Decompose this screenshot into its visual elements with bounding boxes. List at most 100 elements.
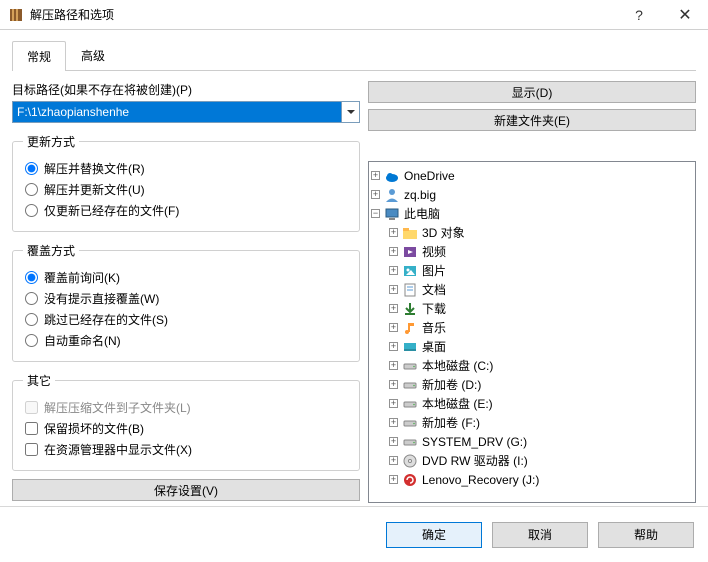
group-overwrite: 覆盖方式 覆盖前询问(K) 没有提示直接覆盖(W) 跳过已经存在的文件(S) 自… bbox=[12, 242, 360, 362]
tree-expander-icon[interactable]: + bbox=[371, 171, 380, 180]
tree-node-label: 本地磁盘 (C:) bbox=[422, 357, 493, 374]
opt-ow-skip[interactable]: 跳过已经存在的文件(S) bbox=[23, 311, 349, 328]
tree-node-label: 本地磁盘 (E:) bbox=[422, 395, 493, 412]
tree-node-label: 3D 对象 bbox=[422, 224, 465, 241]
tree-expander-icon[interactable]: + bbox=[389, 228, 398, 237]
opt-other-subfolder: 解压压缩文件到子文件夹(L) bbox=[23, 399, 349, 416]
drive-icon bbox=[402, 396, 418, 412]
app-icon bbox=[8, 7, 24, 23]
tree-node-label: 新加卷 (F:) bbox=[422, 414, 480, 431]
tree-node[interactable]: +下载 bbox=[371, 299, 693, 318]
tree-node[interactable]: + 桌面 bbox=[371, 337, 693, 356]
tree-node-label: 桌面 bbox=[422, 338, 446, 355]
dl-icon bbox=[402, 301, 418, 317]
group-overwrite-legend: 覆盖方式 bbox=[23, 242, 79, 259]
rec-icon bbox=[402, 472, 418, 488]
tree-expander-icon[interactable]: + bbox=[389, 342, 398, 351]
tree-node[interactable]: + SYSTEM_DRV (G:) bbox=[371, 432, 693, 451]
drive-icon bbox=[402, 377, 418, 393]
tree-expander-icon[interactable]: + bbox=[389, 285, 398, 294]
group-other-legend: 其它 bbox=[23, 372, 55, 389]
tree-node[interactable]: + DVD RW 驱动器 (I:) bbox=[371, 451, 693, 470]
tab-advanced[interactable]: 高级 bbox=[66, 40, 120, 70]
group-other: 其它 解压压缩文件到子文件夹(L) 保留损坏的文件(B) 在资源管理器中显示文件… bbox=[12, 372, 360, 471]
tree-node-label: 此电脑 bbox=[404, 205, 440, 222]
tree-node-label: OneDrive bbox=[404, 169, 455, 183]
doc-icon bbox=[402, 282, 418, 298]
tab-strip: 常规 高级 bbox=[12, 40, 696, 71]
tree-node[interactable]: + 新加卷 (D:) bbox=[371, 375, 693, 394]
pic-icon bbox=[402, 263, 418, 279]
tree-expander-icon[interactable]: + bbox=[389, 304, 398, 313]
tree-node-label: 视频 bbox=[422, 243, 446, 260]
tab-general[interactable]: 常规 bbox=[12, 41, 66, 71]
dvd-icon bbox=[402, 453, 418, 469]
tree-node-label: DVD RW 驱动器 (I:) bbox=[422, 452, 528, 469]
opt-ow-rename[interactable]: 自动重命名(N) bbox=[23, 332, 349, 349]
opt-other-explorer[interactable]: 在资源管理器中显示文件(X) bbox=[23, 441, 349, 458]
tree-expander-icon[interactable]: + bbox=[389, 266, 398, 275]
tree-node[interactable]: + OneDrive bbox=[371, 166, 693, 185]
tree-expander-icon[interactable]: + bbox=[389, 361, 398, 370]
help-footer-button[interactable]: 帮助 bbox=[598, 522, 694, 548]
tree-node[interactable]: + 本地磁盘 (C:) bbox=[371, 356, 693, 375]
close-button[interactable]: ✕ bbox=[662, 0, 708, 29]
tree-node[interactable]: + 新加卷 (F:) bbox=[371, 413, 693, 432]
path-dropdown[interactable] bbox=[342, 101, 360, 123]
group-update: 更新方式 解压并替换文件(R) 解压并更新文件(U) 仅更新已经存在的文件(F) bbox=[12, 133, 360, 232]
pc-icon bbox=[384, 206, 400, 222]
path-label: 目标路径(如果不存在将被创建)(P) bbox=[12, 81, 360, 98]
group-update-legend: 更新方式 bbox=[23, 133, 79, 150]
help-button[interactable]: ? bbox=[616, 0, 662, 29]
opt-update-existing[interactable]: 仅更新已经存在的文件(F) bbox=[23, 202, 349, 219]
tree-node-label: 文档 bbox=[422, 281, 446, 298]
window-title: 解压路径和选项 bbox=[30, 6, 616, 23]
save-settings-button[interactable]: 保存设置(V) bbox=[12, 479, 360, 501]
new-folder-button[interactable]: 新建文件夹(E) bbox=[368, 109, 696, 131]
tree-expander-icon[interactable]: + bbox=[371, 190, 380, 199]
folder-tree[interactable]: +OneDrive+zq.big−此电脑+3D 对象+视频+图片+文档+下载+音… bbox=[368, 161, 696, 503]
opt-other-broken[interactable]: 保留损坏的文件(B) bbox=[23, 420, 349, 437]
folder3d-icon bbox=[402, 225, 418, 241]
tree-node[interactable]: +音乐 bbox=[371, 318, 693, 337]
tree-expander-icon[interactable]: + bbox=[389, 247, 398, 256]
ok-button[interactable]: 确定 bbox=[386, 522, 482, 548]
drive-icon bbox=[402, 415, 418, 431]
path-input[interactable] bbox=[12, 101, 342, 123]
drive-icon bbox=[402, 434, 418, 450]
tree-node[interactable]: − 此电脑 bbox=[371, 204, 693, 223]
cancel-button[interactable]: 取消 bbox=[492, 522, 588, 548]
opt-update-replace[interactable]: 解压并替换文件(R) bbox=[23, 160, 349, 177]
tree-expander-icon[interactable]: + bbox=[389, 323, 398, 332]
tree-expander-icon[interactable]: + bbox=[389, 380, 398, 389]
tree-expander-icon[interactable]: + bbox=[389, 437, 398, 446]
tree-node-label: SYSTEM_DRV (G:) bbox=[422, 435, 527, 449]
tree-expander-icon[interactable]: − bbox=[371, 209, 380, 218]
titlebar: 解压路径和选项 ? ✕ bbox=[0, 0, 708, 30]
drive-icon bbox=[402, 358, 418, 374]
tree-node[interactable]: + 文档 bbox=[371, 280, 693, 299]
tree-node[interactable]: + 本地磁盘 (E:) bbox=[371, 394, 693, 413]
opt-ow-silent[interactable]: 没有提示直接覆盖(W) bbox=[23, 290, 349, 307]
tree-expander-icon[interactable]: + bbox=[389, 399, 398, 408]
tree-node[interactable]: +图片 bbox=[371, 261, 693, 280]
tree-node-label: Lenovo_Recovery (J:) bbox=[422, 473, 539, 487]
tree-node[interactable]: + 视频 bbox=[371, 242, 693, 261]
music-icon bbox=[402, 320, 418, 336]
tree-node-label: 新加卷 (D:) bbox=[422, 376, 481, 393]
display-button[interactable]: 显示(D) bbox=[368, 81, 696, 103]
dialog-footer: 确定 取消 帮助 bbox=[0, 506, 708, 562]
opt-ow-ask[interactable]: 覆盖前询问(K) bbox=[23, 269, 349, 286]
user-icon bbox=[384, 187, 400, 203]
tree-expander-icon[interactable]: + bbox=[389, 456, 398, 465]
chevron-down-icon bbox=[347, 110, 355, 114]
tree-expander-icon[interactable]: + bbox=[389, 475, 398, 484]
tree-node[interactable]: + zq.big bbox=[371, 185, 693, 204]
tree-node[interactable]: + Lenovo_Recovery (J:) bbox=[371, 470, 693, 489]
cloud-icon bbox=[384, 168, 400, 184]
video-icon bbox=[402, 244, 418, 260]
tree-node[interactable]: +3D 对象 bbox=[371, 223, 693, 242]
tree-node-label: zq.big bbox=[404, 188, 436, 202]
tree-expander-icon[interactable]: + bbox=[389, 418, 398, 427]
opt-update-update[interactable]: 解压并更新文件(U) bbox=[23, 181, 349, 198]
